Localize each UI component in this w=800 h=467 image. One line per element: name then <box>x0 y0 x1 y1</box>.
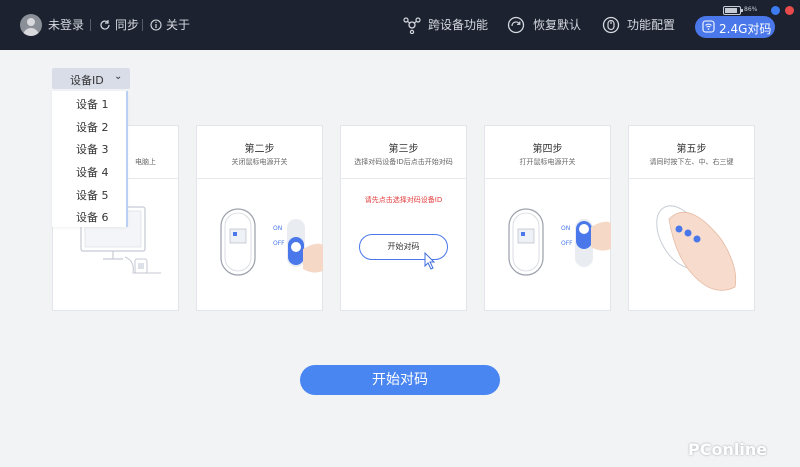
pairing-label: 2.4G对码 <box>719 22 772 36</box>
sync-button[interactable]: 同步 <box>115 18 139 32</box>
sync-icon[interactable] <box>99 19 111 31</box>
function-config-icon[interactable] <box>602 16 620 34</box>
mouse-switch-on-illustration <box>508 208 611 276</box>
step-card-2: 第二步 关闭鼠标电源开关 ON OFF <box>196 125 323 311</box>
step-card-4: 第四步 打开鼠标电源开关 ON OFF <box>484 125 611 311</box>
top-bar: 未登录 同步 关于 跨设备功能 恢复默认 功能配置 2.4G对码 86% <box>0 0 800 50</box>
watermark: PConline <box>688 440 768 459</box>
menu-item-device-5[interactable]: 设备 5 <box>76 187 109 203</box>
mouse-switch-off-illustration <box>220 208 323 276</box>
info-icon[interactable] <box>150 19 162 31</box>
battery-level <box>725 8 738 13</box>
close-button[interactable] <box>785 6 794 15</box>
on-label: ON <box>273 225 283 232</box>
menu-item-device-2[interactable]: 设备 2 <box>76 119 109 135</box>
divider <box>90 19 91 31</box>
menu-item-device-3[interactable]: 设备 3 <box>76 141 109 157</box>
wireless-icon <box>702 20 715 33</box>
device-id-dropdown[interactable]: 设备ID ⌄ <box>52 68 130 89</box>
restore-default-tab[interactable]: 恢复默认 <box>533 18 581 32</box>
battery-icon <box>723 6 743 15</box>
pairing-tab[interactable]: 2.4G对码 <box>695 16 775 38</box>
menu-item-device-4[interactable]: 设备 4 <box>76 164 109 180</box>
divider <box>142 19 143 31</box>
step-desc: 选择对码设备ID后点击开始对码 <box>354 158 453 166</box>
menu-item-device-1[interactable]: 设备 1 <box>76 96 109 112</box>
step-desc: 关闭鼠标电源开关 <box>231 158 288 166</box>
cursor-icon <box>424 252 436 270</box>
cross-device-icon[interactable] <box>403 16 421 34</box>
step-desc: 请同时按下左、中、右三键 <box>649 158 734 166</box>
step-desc: 打开鼠标电源开关 <box>519 158 576 166</box>
chevron-down-icon: ⌄ <box>114 71 123 82</box>
restore-icon[interactable] <box>507 16 525 34</box>
menu-item-device-6[interactable]: 设备 6 <box>76 209 109 225</box>
hand-press-illustration <box>656 205 737 291</box>
login-label[interactable]: 未登录 <box>48 18 84 32</box>
warning-text: 请先点击选择对码设备ID <box>364 196 443 204</box>
divider <box>341 178 466 179</box>
step-title: 第二步 <box>244 144 275 155</box>
start-pairing-button[interactable]: 开始对码 <box>300 365 500 395</box>
function-config-tab[interactable]: 功能配置 <box>627 18 675 32</box>
step-card-5: 第五步 请同时按下左、中、右三键 <box>628 125 755 311</box>
on-label: ON <box>561 225 571 232</box>
step-card-3: 第三步 选择对码设备ID后点击开始对码 请先点击选择对码设备ID 开始对码 <box>340 125 467 311</box>
step-title: 第五步 <box>676 144 707 155</box>
about-button[interactable]: 关于 <box>166 18 190 32</box>
cross-device-tab[interactable]: 跨设备功能 <box>428 18 488 32</box>
step-title: 第四步 <box>532 144 563 155</box>
off-label: OFF <box>273 240 285 247</box>
off-label: OFF <box>561 240 573 247</box>
battery-percent: 86% <box>744 6 758 13</box>
dropdown-label: 设备ID <box>70 74 104 87</box>
avatar[interactable] <box>20 14 42 36</box>
device-id-menu: 设备 1 设备 2 设备 3 设备 4 设备 5 设备 6 <box>52 91 128 227</box>
minimize-button[interactable] <box>771 6 780 15</box>
step-title: 第三步 <box>388 144 419 155</box>
